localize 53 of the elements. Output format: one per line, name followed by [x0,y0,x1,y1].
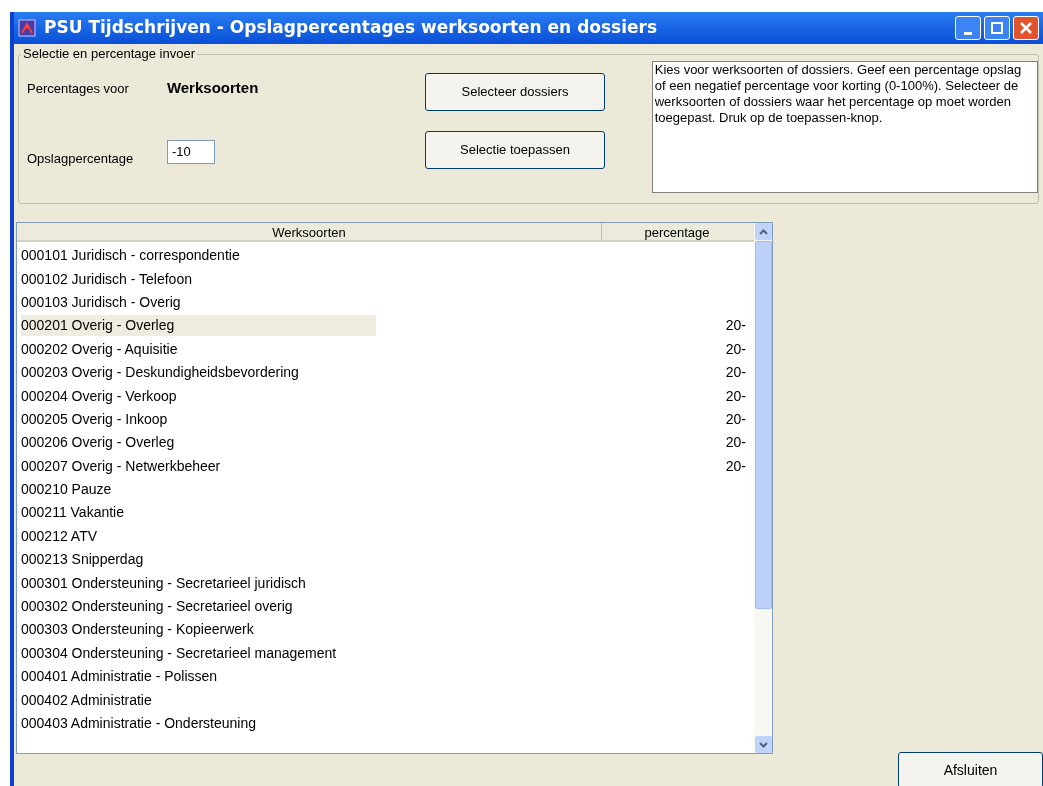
scroll-down-button[interactable] [754,736,772,753]
help-text-area: Kies voor werksoorten of dossiers. Geef een percentage opslag of een negatief percentage voor korting (0-100%). Selecteer de werksoorten of dossiers waar het percentage op moet worden toegepast. Druk op de toepassen-knop. [651,61,1038,193]
column-header[interactable]: Werksoorten [17,223,602,240]
maximize-button[interactable] [984,16,1010,40]
list-item[interactable]: 000205 Overig - Inkoop [21,408,376,430]
percentage-cell-text: 20- [725,409,746,429]
percentages-label: Percentages voor [27,80,130,98]
list-item[interactable]: 000303 Ondersteuning - Kopieerwerk [21,619,376,641]
list-item[interactable]: 000204 Overig - Verkoop [21,385,376,407]
list-item[interactable]: 000201 Overig - Overleg [21,315,376,337]
scrollbar[interactable] [754,223,772,753]
list-item[interactable]: 000402 Administratie [21,689,376,711]
window-title: PSU Tijdschrijven - Opslagpercentages werksoorten en dossiers [44,16,658,40]
list-item[interactable]: 000102 Juridisch - Telefoon [21,268,376,290]
minimize-button[interactable] [955,16,981,40]
list-item[interactable]: 000212 ATV [21,525,376,547]
minimize-icon [964,32,972,35]
list-item[interactable]: 000203 Overig - Deskundigheidsbevordering [21,362,376,384]
maximize-icon [991,22,1003,34]
list-item[interactable]: 000304 Ondersteuning - Secretarieel management [21,642,376,664]
percentage-cell-text: 20- [725,433,746,453]
percentage-cell-text: 20- [725,316,746,336]
scroll-up-button[interactable] [754,223,772,240]
list-item[interactable]: 000206 Overig - Overleg [21,432,376,454]
percentage-cell-text: 20- [725,386,746,406]
scroll-thumb[interactable] [754,241,772,609]
list-item[interactable]: 000207 Overig - Netwerkbeheer [21,455,376,477]
surcharge-input[interactable]: -10 [166,139,215,164]
up-icon [758,228,768,235]
percentage-cell-text: 20- [725,363,746,383]
down-icon [758,741,768,748]
list-item[interactable]: 000211 Vakantie [21,502,376,524]
list-item[interactable]: 000101 Juridisch - correspondentie [21,245,376,267]
apply-selection-button[interactable]: Selectie toepassen [425,131,605,169]
list-item[interactable]: 000210 Pauze [21,479,376,501]
percentages-value: Werksoorten [166,78,260,98]
select-dossiers-button[interactable]: Selecteer dossiers [425,73,605,111]
list-item[interactable]: 000302 Ondersteuning - Secretarieel overig [21,596,376,618]
list-item[interactable]: 000401 Administratie - Polissen [21,666,376,688]
percentage-cell-text: 20- [725,339,746,359]
list-item[interactable]: 000403 Administratie - Ondersteuning [21,713,376,734]
close-button[interactable] [1013,16,1039,40]
app-icon [18,19,36,37]
group-legend: Selectie en percentage invoer [21,46,197,62]
surcharge-label: Opslagpercentage [27,149,135,168]
list-item[interactable]: 000213 Snipperdag [21,549,376,571]
close-dialog-button[interactable]: Afsluiten [898,752,1043,786]
column-header[interactable]: percentage [602,223,752,240]
list-item[interactable]: 000301 Ondersteuning - Secretarieel juridisch [21,572,376,594]
close-icon [1020,22,1032,34]
list-item[interactable]: 000202 Overig - Aquisitie [21,338,376,360]
percentage-cell-text: 20- [725,456,746,476]
list-item[interactable]: 000103 Juridisch - Overig [21,291,376,313]
